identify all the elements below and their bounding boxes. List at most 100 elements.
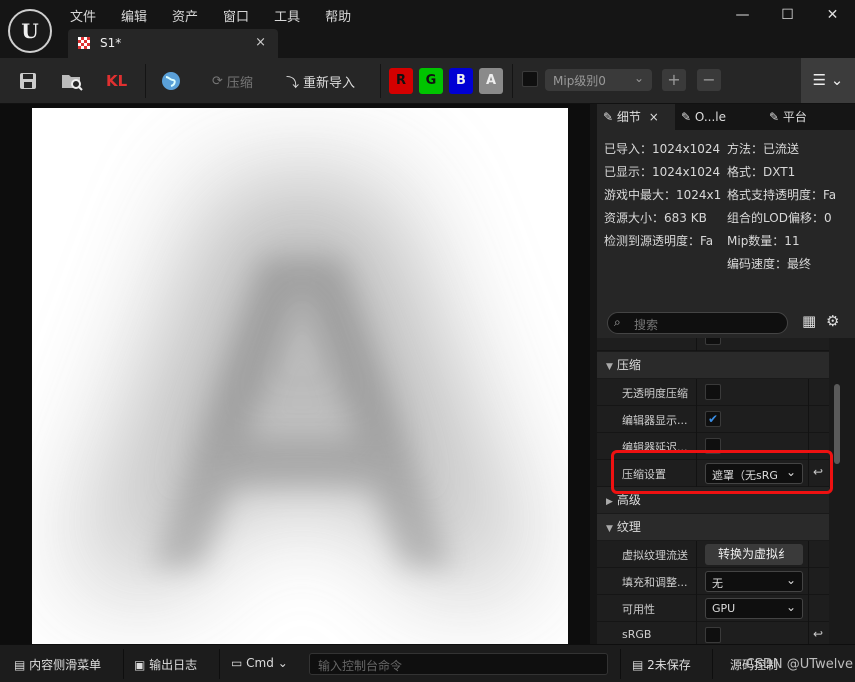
property-row-editor-show: 编辑器显示... ✔ — [597, 406, 829, 433]
srgb-checkbox[interactable] — [705, 627, 721, 643]
search-input[interactable]: ⌕ 搜索 — [607, 312, 788, 334]
reimport-button[interactable]: ⤵ 重新导入 — [286, 66, 355, 96]
save-button[interactable] — [18, 66, 38, 96]
scrollbar-track[interactable] — [829, 338, 855, 644]
toolbar-divider — [512, 64, 513, 98]
cmd-select[interactable]: ▭ Cmd ⌄ — [231, 656, 288, 670]
info-format: 格式：DXT1 — [727, 165, 796, 179]
compress-icon: ⟳ — [212, 73, 223, 89]
blueprint-button[interactable] — [160, 66, 182, 96]
column-divider — [696, 406, 697, 433]
mip-checkbox[interactable] — [522, 71, 538, 87]
info-lod-bias: 组合的LOD偏移：0 — [727, 211, 832, 225]
reimport-icon: ⤵ — [286, 75, 300, 91]
section-advanced-label: 高级 — [616, 493, 641, 507]
no-alpha-checkbox[interactable] — [705, 384, 721, 400]
compress-label: 压缩 — [226, 75, 253, 91]
channel-r-toggle[interactable]: R — [389, 68, 413, 94]
menu-edit[interactable]: 编辑 — [121, 6, 159, 25]
property-row — [597, 338, 829, 351]
globe-icon — [162, 72, 180, 90]
menu-asset[interactable]: 资产 — [172, 6, 210, 25]
availability-select[interactable]: GPU ⌄ — [705, 598, 803, 619]
reset-arrow-icon[interactable]: ↩ — [813, 627, 823, 641]
maximize-button[interactable]: ☐ — [765, 4, 810, 26]
tab-other[interactable]: ✎ O...le — [681, 104, 751, 130]
property-row-fill-adjust: 填充和调整... 无 ⌄ — [597, 568, 829, 595]
menu-file[interactable]: 文件 — [70, 6, 108, 25]
tab-close-icon[interactable]: × — [255, 35, 266, 50]
fill-adjust-select[interactable]: 无 ⌄ — [705, 571, 803, 592]
tab-details[interactable]: ✎ 细节 × — [597, 104, 675, 130]
close-button[interactable]: ✕ — [810, 4, 855, 26]
menu-window[interactable]: 窗口 — [223, 6, 261, 25]
tab-other-label: O...le — [694, 110, 727, 124]
console-placeholder: 输入控制台命令 — [318, 659, 403, 673]
property-label: 编辑器显示... — [622, 414, 688, 427]
toolbar: KL ⟳ 压缩 ⤵ 重新导入 R G B A Mip级别0 ⌄ + − ☰ ⌄ — [0, 58, 855, 104]
fill-adjust-value: 无 — [712, 577, 723, 590]
watermark-text: CSDN @UTwelve — [745, 657, 853, 672]
gear-icon[interactable]: ⚙ — [826, 312, 839, 330]
mip-increase-button[interactable]: + — [662, 69, 686, 91]
output-log-button[interactable]: ▣ 输出日志 — [134, 656, 197, 673]
tab-close-icon[interactable]: × — [649, 110, 659, 124]
column-divider — [696, 338, 697, 351]
chevron-down-icon: ⌄ — [785, 600, 796, 614]
section-compression[interactable]: ▼ 压缩 — [597, 352, 829, 378]
cmd-label: Cmd — [246, 656, 274, 670]
grid-icon[interactable]: ▦ — [802, 312, 816, 330]
property-row-no-alpha: 无透明度压缩 — [597, 379, 829, 406]
kl-button[interactable]: KL — [106, 66, 127, 96]
menu-tools[interactable]: 工具 — [274, 6, 312, 25]
mip-level-select[interactable]: Mip级别0 ⌄ — [545, 69, 652, 91]
info-mip-count: Mip数量：11 — [727, 234, 800, 248]
view-options-button[interactable]: ☰ ⌄ — [801, 58, 855, 103]
minimize-button[interactable]: — — [720, 4, 765, 26]
convert-virtual-texture-button[interactable]: 转换为虚拟纟 — [705, 544, 803, 565]
content-drawer-button[interactable]: ▤ 内容侧滑菜单 — [14, 656, 101, 673]
property-label: 无透明度压缩 — [622, 387, 688, 400]
status-divider — [620, 649, 621, 679]
section-texture-label: 纹理 — [616, 520, 641, 534]
compress-button[interactable]: ⟳ 压缩 — [212, 66, 253, 96]
texture-letter-a-image — [72, 178, 532, 588]
scrollbar-thumb[interactable] — [834, 384, 840, 464]
unsaved-label: 2未保存 — [647, 658, 691, 672]
section-texture[interactable]: ▼ 纹理 — [597, 514, 829, 540]
mip-decrease-button[interactable]: − — [697, 69, 721, 91]
window-controls: — ☐ ✕ — [720, 4, 855, 26]
unreal-logo-icon[interactable] — [8, 9, 52, 53]
browse-button[interactable] — [60, 66, 84, 96]
info-format-alpha: 格式支持透明度：Fa — [727, 188, 837, 202]
property-label: 填充和调整... — [622, 576, 688, 589]
property-label: 虚拟纹理流送 — [622, 549, 688, 562]
property-label: 可用性 — [622, 603, 655, 616]
content-drawer-label: 内容侧滑菜单 — [29, 658, 102, 672]
property-row-virtual-streaming: 虚拟纹理流送 转换为虚拟纟 — [597, 541, 829, 568]
menu-help[interactable]: 帮助 — [325, 6, 363, 25]
texture-preview — [32, 108, 568, 644]
tab-platform[interactable]: ✎ 平台 — [769, 104, 849, 130]
asset-tab[interactable]: S1* × — [68, 29, 278, 58]
output-log-label: 输出日志 — [149, 658, 198, 672]
channel-a-toggle[interactable]: A — [479, 68, 503, 94]
unsaved-button[interactable]: ▤ 2未保存 — [632, 656, 691, 673]
triangle-down-icon: ▼ — [606, 524, 613, 534]
info-encode-speed: 编码速度：最终 — [727, 257, 812, 271]
save-icon — [20, 73, 36, 89]
editor-show-checkbox[interactable]: ✔ — [705, 411, 721, 427]
column-divider — [696, 568, 697, 595]
column-divider — [808, 568, 809, 595]
channel-b-toggle[interactable]: B — [449, 68, 473, 94]
info-source-alpha: 检测到源透明度：Fa — [604, 234, 714, 248]
section-compression-label: 压缩 — [616, 358, 641, 372]
checkbox[interactable] — [705, 338, 721, 345]
channel-g-toggle[interactable]: G — [419, 68, 443, 94]
property-row-srgb: sRGB ↩ — [597, 622, 829, 644]
details-panel: ✎ 细节 × ✎ O...le ✎ 平台 已导入：1024x1024 已显示：1… — [597, 104, 855, 644]
column-divider — [696, 541, 697, 568]
texture-viewport[interactable] — [0, 104, 590, 644]
toolbar-divider — [380, 64, 381, 98]
console-input[interactable]: 输入控制台命令 — [309, 653, 608, 675]
